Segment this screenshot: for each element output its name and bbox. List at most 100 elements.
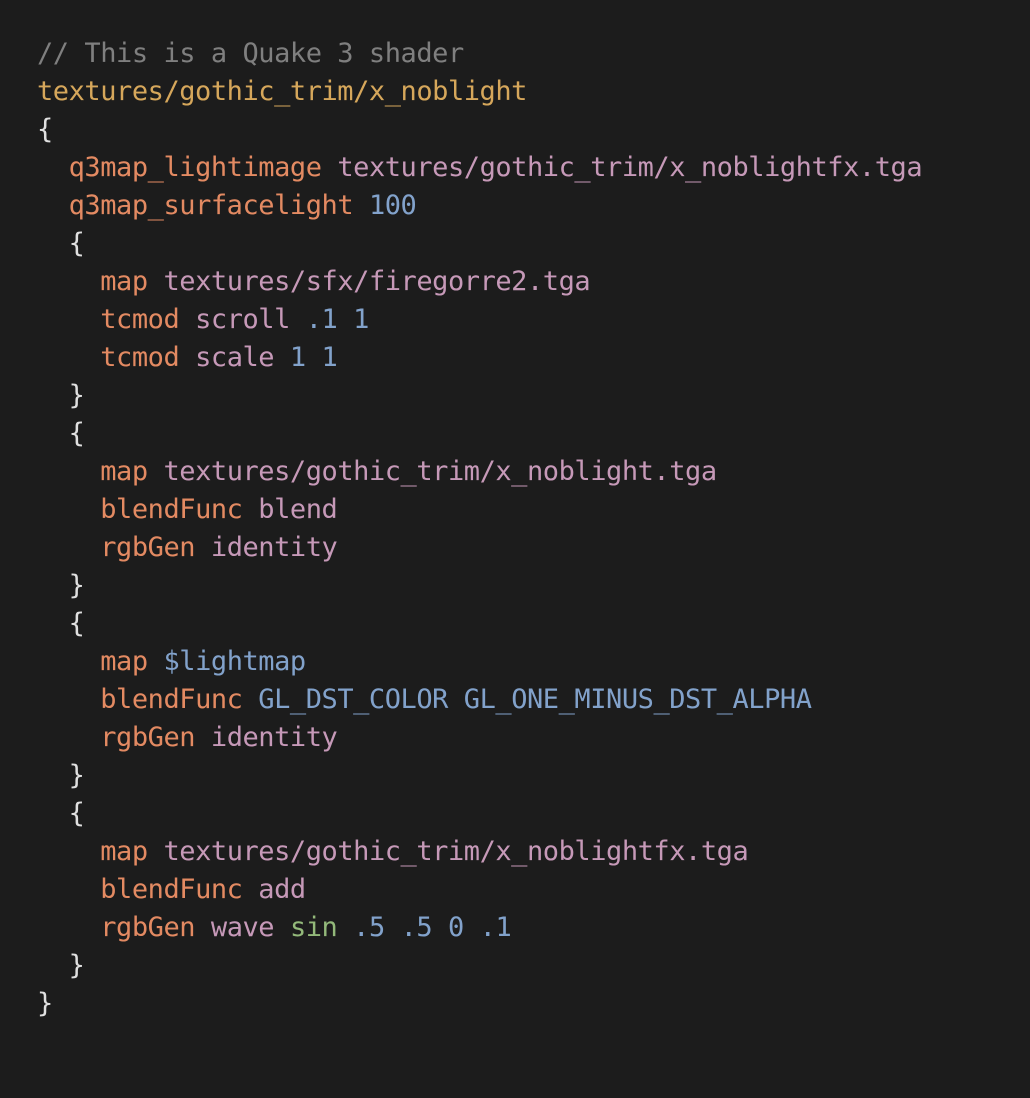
code-token-number: .1 <box>305 304 338 335</box>
code-token-path: textures/gothic_trim/x_noblight.tga <box>163 456 717 487</box>
code-token-keyword: map <box>100 456 148 487</box>
code-token-keyword: tcmod <box>100 342 180 373</box>
code-line[interactable]: rgbGen identity <box>37 529 922 567</box>
code-token-number: 1 <box>321 342 338 373</box>
code-token-path: textures/sfx/firegorre2.tga <box>163 266 591 297</box>
code-line[interactable]: { <box>37 415 922 453</box>
code-line[interactable]: tcmod scroll .1 1 <box>37 301 922 339</box>
code-token-path: add <box>258 874 306 905</box>
code-token-path: textures/gothic_trim/x_noblightfx.tga <box>163 836 749 867</box>
code-line[interactable]: q3map_surfacelight 100 <box>37 187 922 225</box>
code-token-brace: { <box>68 608 85 639</box>
code-token-number: .1 <box>479 912 512 943</box>
code-token-path: identity <box>210 532 338 563</box>
code-token-brace: } <box>68 950 85 981</box>
code-line[interactable]: map $lightmap <box>37 643 922 681</box>
code-token-brace: } <box>68 380 85 411</box>
code-token-brace: } <box>37 988 53 1019</box>
code-token-path: scroll <box>195 304 290 335</box>
code-line[interactable]: } <box>37 985 922 1023</box>
code-line[interactable]: map textures/sfx/firegorre2.tga <box>37 263 922 301</box>
code-line[interactable]: blendFunc blend <box>37 491 922 529</box>
code-line[interactable]: // This is a Quake 3 shader <box>37 35 922 73</box>
code-token-number: 1 <box>289 342 306 373</box>
code-token-variable: $lightmap <box>163 646 306 677</box>
code-line[interactable]: } <box>37 757 922 795</box>
code-token-keyword: map <box>100 646 148 677</box>
code-token-number: 1 <box>353 304 369 335</box>
code-line[interactable]: } <box>37 567 922 605</box>
code-token-path: identity <box>210 722 338 753</box>
code-token-path: wave <box>210 912 275 943</box>
code-line[interactable]: blendFunc add <box>37 871 922 909</box>
code-line[interactable]: { <box>37 795 922 833</box>
code-line[interactable]: tcmod scale 1 1 <box>37 339 922 377</box>
code-line[interactable]: blendFunc GL_DST_COLOR GL_ONE_MINUS_DST_… <box>37 681 922 719</box>
code-token-brace: { <box>37 114 53 145</box>
code-line[interactable]: } <box>37 947 922 985</box>
code-token-number: 0 <box>448 912 464 943</box>
code-block[interactable]: // This is a Quake 3 shader textures/goth… <box>37 35 923 1023</box>
code-line[interactable]: q3map_lightimage textures/gothic_trim/x_… <box>37 149 923 187</box>
code-token-variable: GL_ONE_MINUS_DST_ALPHA <box>463 684 812 715</box>
code-line[interactable]: { <box>37 605 922 643</box>
code-line[interactable]: map textures/gothic_trim/x_noblightfx.tg… <box>37 833 922 871</box>
code-token-path: scale <box>195 342 275 373</box>
code-line[interactable]: map textures/gothic_trim/x_noblight.tga <box>37 453 922 491</box>
code-token-keyword: rgbGen <box>100 912 196 943</box>
code-token-brace: { <box>68 228 85 259</box>
code-token-variable: GL_DST_COLOR <box>258 684 448 715</box>
code-line[interactable]: textures/gothic_trim/x_noblight <box>37 73 922 111</box>
code-token-path: textures/gothic_trim/x_noblightfx.tga <box>337 152 923 183</box>
code-token-keyword: blendFunc <box>100 684 243 715</box>
code-token-comment: // This is a Quake 3 shader <box>37 38 464 69</box>
code-line[interactable]: { <box>37 111 922 149</box>
code-token-number: .5 <box>353 912 385 943</box>
code-line[interactable]: rgbGen wave sin .5 .5 0 .1 <box>37 909 922 947</box>
code-line[interactable]: rgbGen identity <box>37 719 922 757</box>
code-token-keyword: q3map_lightimage <box>68 152 322 183</box>
code-editor[interactable]: // This is a Quake 3 shader textures/goth… <box>0 0 1030 1098</box>
code-token-brace: { <box>68 798 85 829</box>
code-line[interactable]: { <box>37 225 922 263</box>
code-token-brace: { <box>68 418 85 449</box>
code-line[interactable]: } <box>37 377 922 415</box>
code-token-keyword: map <box>100 836 148 867</box>
